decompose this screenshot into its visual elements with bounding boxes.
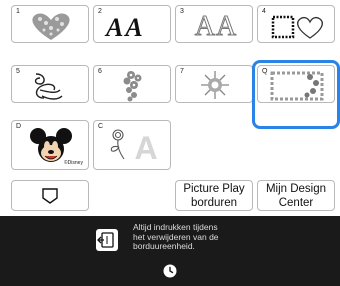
design-tile-1[interactable]: 1 [11,5,89,43]
my-design-line2: Center [278,196,314,209]
picture-play-button[interactable]: Picture Play borduren [175,180,253,211]
design-tile-3[interactable]: 3 AA [175,5,253,43]
my-design-center-button[interactable]: Mijn Design Center [257,180,335,211]
design-tile-7[interactable]: 7 [175,65,253,103]
pocket-design-button[interactable] [11,180,89,211]
clock-icon[interactable] [163,264,177,278]
my-design-line1: Mijn Design [265,182,327,195]
frame-heart-icon [271,15,323,39]
picture-play-line1: Picture Play [183,182,245,195]
disney-caption: ©Disney [64,160,83,166]
instruction-message: Altijd indrukken tijdens het verwijderen… [133,222,219,251]
design-tile-q[interactable]: Q [257,65,335,103]
heart-floral-icon [32,13,70,40]
design-tile-5[interactable]: 5 [11,65,89,103]
letter-a: A [134,130,158,166]
embroidery-unit-icon[interactable] [96,229,118,251]
sun-motif-icon [201,71,229,99]
design-tile-c[interactable]: C A [93,120,171,170]
floral-motif-icon [123,71,142,102]
quilt-border-icon [270,71,324,101]
swirl-ornament-icon [34,73,63,100]
design-tile-d[interactable]: D ©Disney [11,120,89,170]
design-tile-6[interactable]: 6 [93,65,171,103]
outline-font-text: AA [194,11,238,42]
pocket-icon [42,187,58,204]
tile-number: 3 [180,8,184,15]
design-tile-4[interactable]: 4 [257,5,335,43]
design-tile-2[interactable]: 2 AA [93,5,171,43]
font-sample-text: AA [106,13,145,42]
tile-number: 2 [98,8,102,15]
picture-play-line2: borduren [190,196,238,209]
